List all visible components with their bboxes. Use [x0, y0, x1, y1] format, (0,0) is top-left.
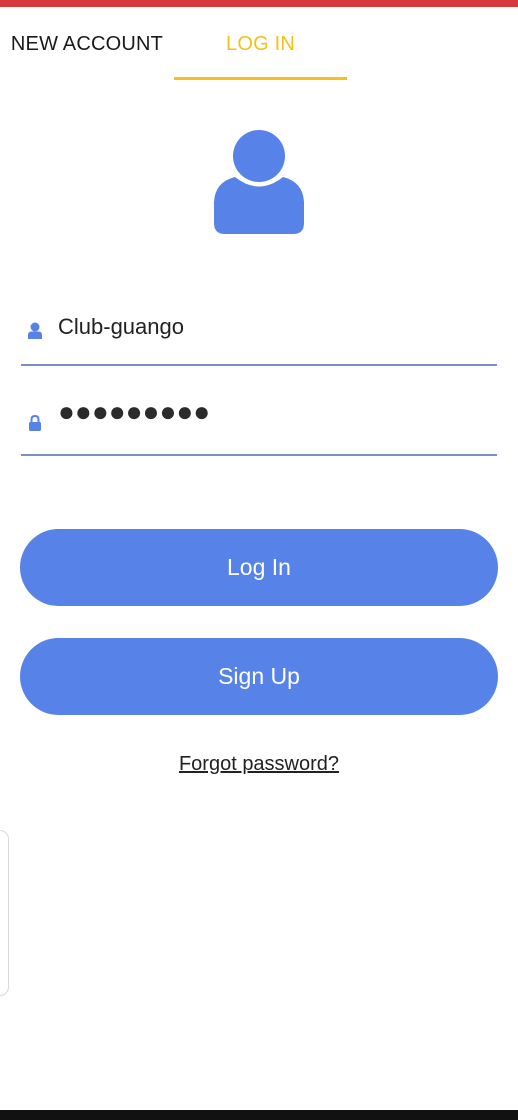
- password-underline: [21, 454, 497, 456]
- tab-new-account[interactable]: NEW ACCOUNT: [0, 7, 174, 82]
- status-strip: [0, 0, 518, 7]
- lock-icon: [29, 414, 41, 431]
- password-input[interactable]: ●●●●●●●●●: [58, 396, 210, 428]
- login-screen: NEW ACCOUNT LOG IN Club-guango ●●●●●●●●●…: [0, 0, 518, 1120]
- tab-log-in[interactable]: LOG IN: [174, 7, 347, 82]
- username-underline: [21, 364, 497, 366]
- tab-bar: NEW ACCOUNT LOG IN: [0, 7, 518, 82]
- forgot-password-link[interactable]: Forgot password?: [179, 753, 339, 775]
- side-panel-handle[interactable]: [0, 830, 9, 996]
- active-tab-indicator: [174, 77, 347, 80]
- navigation-bar-strip: [0, 1110, 518, 1120]
- username-input[interactable]: Club-guango: [58, 314, 184, 340]
- sign-up-button[interactable]: Sign Up: [20, 638, 498, 715]
- user-icon: [28, 322, 42, 339]
- username-field[interactable]: Club-guango: [21, 306, 497, 366]
- user-avatar-icon: [214, 130, 304, 234]
- log-in-button[interactable]: Log In: [20, 529, 498, 606]
- forgot-password-row: Forgot password?: [0, 753, 518, 776]
- password-field[interactable]: ●●●●●●●●●: [21, 396, 497, 456]
